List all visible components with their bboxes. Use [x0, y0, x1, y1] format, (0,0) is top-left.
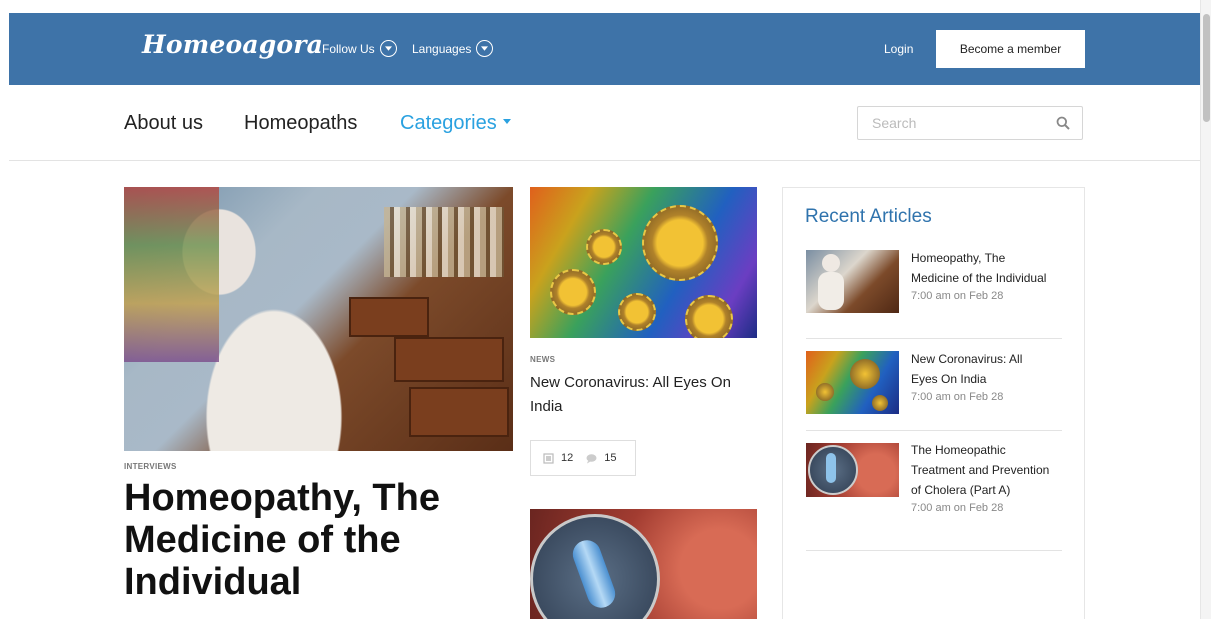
- recent-article-title[interactable]: Homeopathy, The Medicine of the Individu…: [911, 251, 1046, 285]
- languages-label: Languages: [412, 41, 472, 56]
- recent-article-item[interactable]: Homeopathy, The Medicine of the Individu…: [911, 248, 1051, 305]
- site-logo[interactable]: Homeoagora: [142, 30, 323, 59]
- scrollbar-thumb[interactable]: [1203, 14, 1210, 122]
- news-category[interactable]: NEWS: [530, 355, 555, 364]
- become-member-button[interactable]: Become a member: [936, 30, 1085, 68]
- featured-article-title[interactable]: Homeopathy, The Medicine of the Individu…: [124, 477, 504, 603]
- nav-about-us[interactable]: About us: [124, 112, 203, 135]
- decor-shape: [818, 272, 844, 310]
- news-article-title[interactable]: New Coronavirus: All Eyes On India: [530, 371, 755, 419]
- recent-article-title[interactable]: The Homeopathic Treatment and Prevention…: [911, 443, 1049, 497]
- decor-shape: [850, 359, 880, 389]
- decor-shelf: [384, 207, 504, 277]
- news-article-image[interactable]: [530, 187, 757, 338]
- nav-categories-dropdown[interactable]: Categories: [400, 112, 511, 135]
- decor-shape: [872, 395, 888, 411]
- languages-dropdown[interactable]: Languages: [412, 40, 494, 57]
- decor-shape: [816, 383, 834, 401]
- comments-count: 15: [604, 452, 617, 464]
- recent-article-thumbnail[interactable]: [806, 351, 899, 414]
- decor-virus: [685, 295, 733, 338]
- search-input[interactable]: [858, 107, 1038, 139]
- decor-drawer: [409, 387, 509, 437]
- recent-article-time: 7:00 am on Feb 28: [911, 391, 1004, 403]
- divider: [806, 338, 1062, 339]
- decor-virus: [586, 229, 622, 265]
- nav-categories-label: Categories: [400, 112, 497, 134]
- decor-drawer: [349, 297, 429, 337]
- recent-article-thumbnail[interactable]: [806, 443, 899, 497]
- main-navigation: About us Homeopaths Categories: [9, 85, 1200, 161]
- recent-articles-title: Recent Articles: [805, 206, 932, 227]
- top-header-bar: Homeoagora Follow Us Languages Login Bec…: [9, 13, 1200, 85]
- page-scrollbar[interactable]: [1200, 0, 1211, 619]
- cholera-article-image[interactable]: [530, 509, 757, 619]
- divider: [806, 430, 1062, 431]
- featured-category[interactable]: INTERVIEWS: [124, 462, 177, 471]
- comment-icon: [586, 453, 597, 463]
- caret-down-icon: [502, 119, 511, 125]
- recent-article-item[interactable]: New Coronavirus: All Eyes On India 7:00 …: [911, 349, 1051, 406]
- chevron-down-icon: [476, 40, 494, 57]
- follow-us-dropdown[interactable]: Follow Us: [322, 40, 397, 57]
- views-count: 12: [561, 452, 574, 464]
- follow-us-label: Follow Us: [322, 41, 375, 56]
- page: Homeoagora Follow Us Languages Login Bec…: [0, 0, 1211, 619]
- decor-frame: [124, 187, 219, 362]
- chevron-down-icon: [379, 40, 397, 57]
- featured-article-image[interactable]: [124, 187, 513, 451]
- decor-virus: [618, 293, 656, 331]
- recent-article-thumbnail[interactable]: [806, 250, 899, 313]
- recent-article-time: 7:00 am on Feb 28: [911, 502, 1004, 514]
- article-stats: 12 15: [530, 440, 636, 476]
- decor-virus: [550, 269, 596, 315]
- login-link[interactable]: Login: [884, 42, 913, 56]
- recent-article-title[interactable]: New Coronavirus: All Eyes On India: [911, 352, 1022, 386]
- decor-virus: [642, 205, 718, 281]
- views-icon: [543, 452, 554, 464]
- search-icon[interactable]: [1056, 116, 1070, 130]
- recent-article-time: 7:00 am on Feb 28: [911, 290, 1004, 302]
- search-box: [857, 106, 1083, 140]
- decor-shape: [822, 254, 840, 272]
- recent-article-item[interactable]: The Homeopathic Treatment and Prevention…: [911, 440, 1051, 517]
- divider: [806, 550, 1062, 551]
- nav-homeopaths[interactable]: Homeopaths: [244, 112, 357, 135]
- decor-shape: [826, 453, 836, 483]
- decor-drawer: [394, 337, 504, 382]
